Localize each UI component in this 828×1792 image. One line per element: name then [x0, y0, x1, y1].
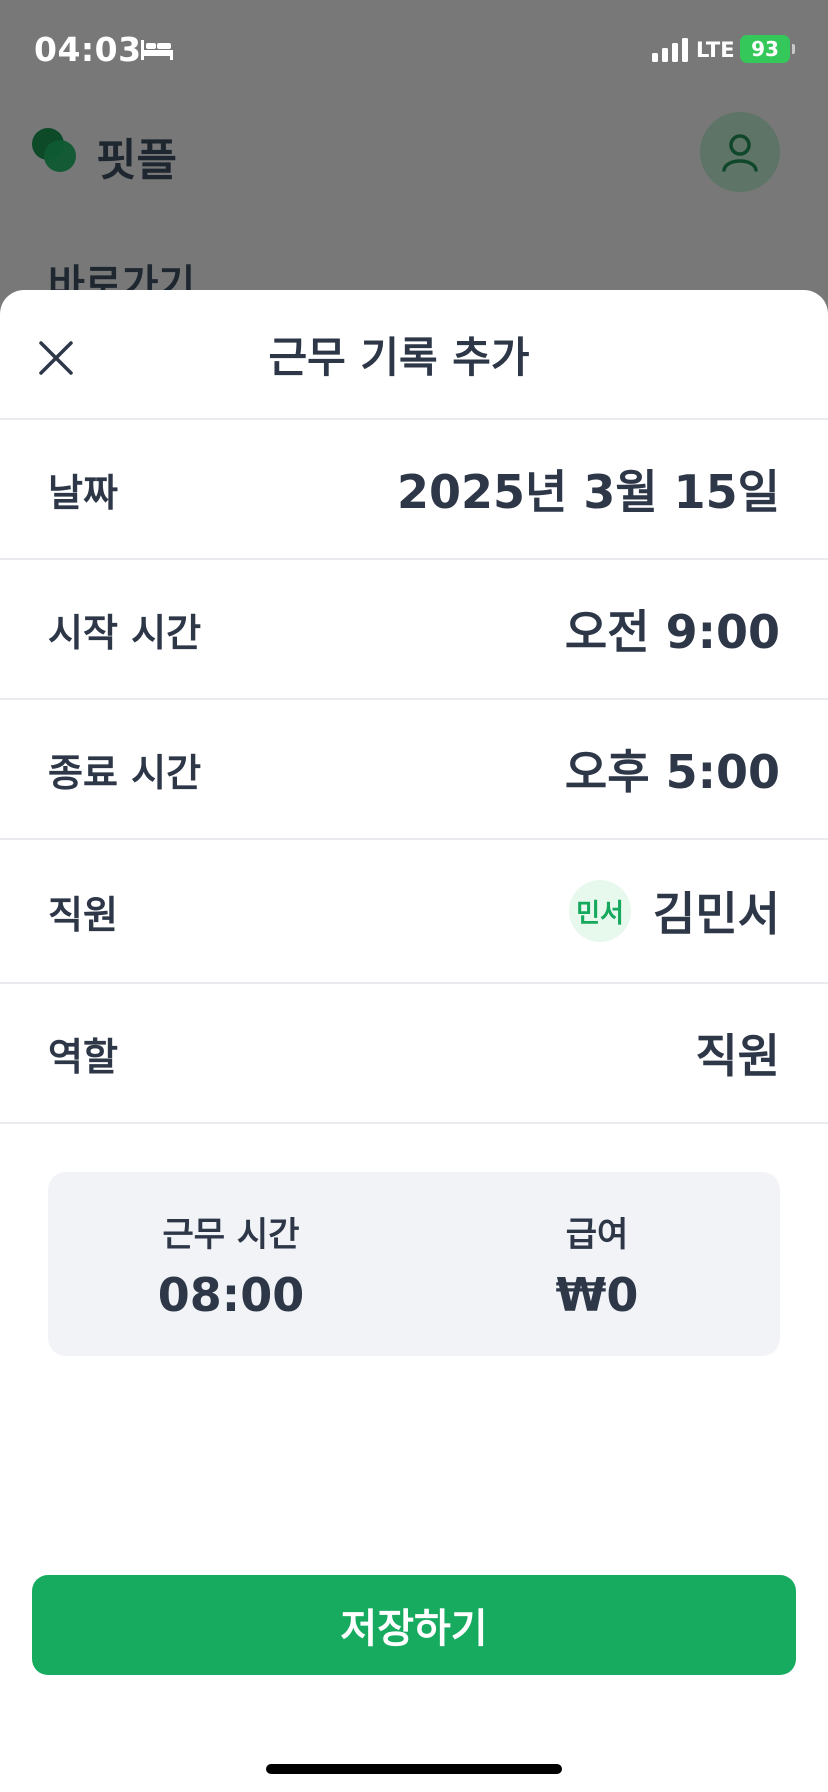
app-name: 핏플 [96, 135, 177, 186]
pay-value: ₩0 [555, 1267, 639, 1322]
start-time-value[interactable]: 오전 9:00 [565, 596, 780, 662]
end-time-row[interactable]: 종료 시간 오후 5:00 [0, 700, 828, 840]
work-hours-summary: 근무 시간 08:00 [48, 1172, 414, 1356]
battery-nub [792, 44, 795, 54]
role-row[interactable]: 역할 직원 [0, 984, 828, 1124]
app-header: 핏플 [0, 100, 828, 210]
employee-name: 김민서 [653, 887, 780, 941]
add-work-record-sheet: 근무 기록 추가 날짜 2025년 3월 15일 시작 시간 오전 9:00 종… [0, 290, 828, 1792]
employee-row[interactable]: 직원 민서 김민서 [0, 840, 828, 984]
pay-summary: 급여 ₩0 [414, 1172, 780, 1356]
end-time-value[interactable]: 오후 5:00 [565, 736, 780, 802]
summary-card: 근무 시간 08:00 급여 ₩0 [48, 1172, 780, 1356]
status-bar: 04:03 LTE 93 [0, 0, 828, 100]
date-row[interactable]: 날짜 2025년 3월 15일 [0, 420, 828, 560]
status-time: 04:03 [34, 30, 142, 69]
employee-label: 직원 [48, 892, 118, 937]
profile-button[interactable] [700, 112, 780, 192]
date-label: 날짜 [48, 470, 118, 515]
save-button[interactable]: 저장하기 [32, 1575, 796, 1675]
employee-value[interactable]: 민서 김민서 [569, 878, 780, 944]
sheet-header: 근무 기록 추가 [0, 290, 828, 420]
start-time-row[interactable]: 시작 시간 오전 9:00 [0, 560, 828, 700]
home-indicator [266, 1764, 562, 1774]
logo-icon [32, 128, 76, 172]
work-hours-value: 08:00 [157, 1267, 305, 1322]
end-time-label: 종료 시간 [48, 750, 202, 795]
role-value[interactable]: 직원 [695, 1020, 780, 1086]
start-time-label: 시작 시간 [48, 610, 202, 655]
battery-icon: 93 [740, 35, 790, 63]
user-icon [722, 134, 758, 172]
signal-icon [652, 38, 688, 62]
network-type: LTE [696, 38, 735, 62]
pay-label: 급여 [565, 1214, 629, 1255]
work-hours-label: 근무 시간 [162, 1214, 300, 1255]
background-app: 04:03 LTE 93 핏플 바로가기 [0, 0, 828, 308]
battery-level: 93 [751, 37, 779, 61]
sheet-title: 근무 기록 추가 [268, 333, 530, 382]
employee-avatar: 민서 [569, 880, 632, 942]
bed-icon [141, 40, 173, 60]
role-label: 역할 [48, 1034, 118, 1079]
date-value[interactable]: 2025년 3월 15일 [397, 456, 780, 522]
